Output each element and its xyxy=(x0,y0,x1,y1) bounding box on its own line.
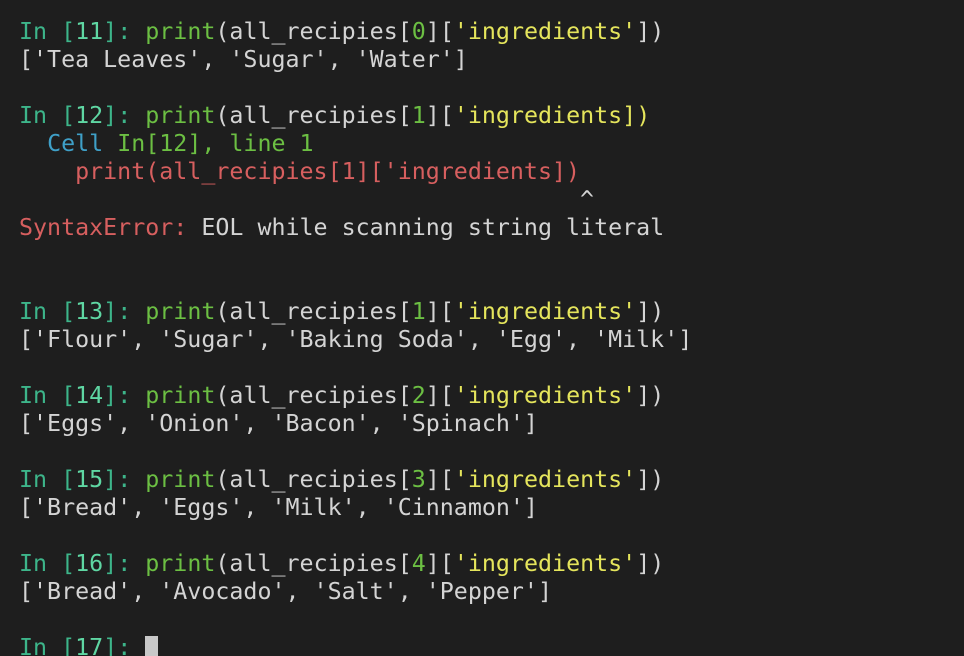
output-text: ][ xyxy=(425,102,454,129)
output-text: (all_recipies[ xyxy=(215,102,412,129)
terminal-line: In [14]: print(all_recipies[2]['ingredie… xyxy=(19,382,664,410)
output-text: (all_recipies[ xyxy=(215,550,412,577)
output-text: ][ xyxy=(425,298,454,325)
output-text: ['Bread', 'Eggs', 'Milk', 'Cinnamon'] xyxy=(19,494,538,521)
output-text: (all_recipies[ xyxy=(215,18,412,45)
prompt-text: In [ xyxy=(19,466,76,493)
terminal-line: ['Bread', 'Eggs', 'Milk', 'Cinnamon'] xyxy=(19,494,538,522)
prompt-text: ]: xyxy=(103,634,146,656)
terminal-line: ['Flour', 'Sugar', 'Baking Soda', 'Egg',… xyxy=(19,326,692,354)
terminal-line: ['Eggs', 'Onion', 'Bacon', 'Spinach'] xyxy=(19,410,538,438)
prompt-number: 13 xyxy=(75,298,104,325)
output-text: ['Flour', 'Sugar', 'Baking Soda', 'Egg',… xyxy=(19,326,693,353)
output-text: ][ xyxy=(425,466,454,493)
string-token: 'ingredients' xyxy=(453,466,637,493)
output-text: ['Tea Leaves', 'Sugar', 'Water'] xyxy=(19,46,468,73)
output-text: ][ xyxy=(425,550,454,577)
error-text: print(all_recipies[1]['ingredients]) xyxy=(19,158,581,185)
prompt-text: In [ xyxy=(19,382,76,409)
builtin-token: 1 xyxy=(411,102,426,129)
builtin-token: print xyxy=(145,102,216,129)
output-text: (all_recipies[ xyxy=(215,298,412,325)
terminal-line: In [11]: print(all_recipies[0]['ingredie… xyxy=(19,18,664,46)
terminal-line: SyntaxError: EOL while scanning string l… xyxy=(19,214,664,242)
prompt-text: In [ xyxy=(19,634,76,656)
prompt-text: ]: xyxy=(103,382,146,409)
output-text: ^ xyxy=(19,186,595,213)
output-text: ]) xyxy=(636,18,665,45)
string-token: 'ingredients]) xyxy=(453,102,651,129)
builtin-token: 1 xyxy=(411,298,426,325)
prompt-number: 17 xyxy=(75,634,104,656)
output-text: (all_recipies[ xyxy=(215,466,412,493)
prompt-text: ]: xyxy=(103,466,146,493)
prompt-text: In [ xyxy=(19,550,76,577)
builtin-token: print xyxy=(145,382,216,409)
terminal-line: In [16]: print(all_recipies[4]['ingredie… xyxy=(19,550,664,578)
output-text: ][ xyxy=(425,18,454,45)
input-prompt-line[interactable]: In [17]: xyxy=(19,634,159,656)
builtin-token: print xyxy=(145,298,216,325)
terminal-line: In [15]: print(all_recipies[3]['ingredie… xyxy=(19,466,664,494)
terminal-line: ['Tea Leaves', 'Sugar', 'Water'] xyxy=(19,46,468,74)
builtin-token: 4 xyxy=(411,550,426,577)
output-text: ]) xyxy=(636,550,665,577)
prompt-number: 11 xyxy=(75,18,104,45)
terminal-line: In [13]: print(all_recipies[1]['ingredie… xyxy=(19,298,664,326)
prompt-text: ]: xyxy=(103,298,146,325)
text-cursor[interactable] xyxy=(145,636,159,656)
builtin-token: In[12], line 1 xyxy=(117,130,314,157)
output-text: EOL while scanning string literal xyxy=(187,214,665,241)
error-text: SyntaxError: xyxy=(19,214,188,241)
prompt-text: ]: xyxy=(103,550,146,577)
string-token: 'ingredients' xyxy=(453,298,637,325)
builtin-token: 0 xyxy=(411,18,426,45)
string-token: 'ingredients' xyxy=(453,18,637,45)
terminal-line: print(all_recipies[1]['ingredients]) xyxy=(19,158,580,186)
builtin-token: 3 xyxy=(411,466,426,493)
prompt-number: 15 xyxy=(75,466,104,493)
ipython-terminal[interactable]: In [11]: print(all_recipies[0]['ingredie… xyxy=(0,0,964,656)
output-text: ['Bread', 'Avocado', 'Salt', 'Pepper'] xyxy=(19,578,552,605)
prompt-number: 16 xyxy=(75,550,104,577)
output-text: ['Eggs', 'Onion', 'Bacon', 'Spinach'] xyxy=(19,410,538,437)
output-text: ]) xyxy=(636,298,665,325)
prompt-text: ]: xyxy=(103,18,146,45)
prompt-number: 12 xyxy=(75,102,104,129)
terminal-line: Cell In[12], line 1 xyxy=(19,130,314,158)
string-token: 'ingredients' xyxy=(453,382,637,409)
output-text: ][ xyxy=(425,382,454,409)
builtin-token: print xyxy=(145,18,216,45)
string-token: 'ingredients' xyxy=(453,550,637,577)
builtin-token: print xyxy=(145,550,216,577)
terminal-line: In [12]: print(all_recipies[1]['ingredie… xyxy=(19,102,650,130)
builtin-token: 2 xyxy=(411,382,426,409)
builtin-token: print xyxy=(145,466,216,493)
output-text: (all_recipies[ xyxy=(215,382,412,409)
terminal-line: ^ xyxy=(19,186,594,214)
cell-info-text: Cell xyxy=(47,130,118,157)
terminal-line: ['Bread', 'Avocado', 'Salt', 'Pepper'] xyxy=(19,578,552,606)
prompt-number: 14 xyxy=(75,382,104,409)
prompt-text: In [ xyxy=(19,102,76,129)
output-text: ]) xyxy=(636,466,665,493)
prompt-text: In [ xyxy=(19,298,76,325)
prompt-text: ]: xyxy=(103,102,146,129)
prompt-text: In [ xyxy=(19,18,76,45)
output-text: ]) xyxy=(636,382,665,409)
